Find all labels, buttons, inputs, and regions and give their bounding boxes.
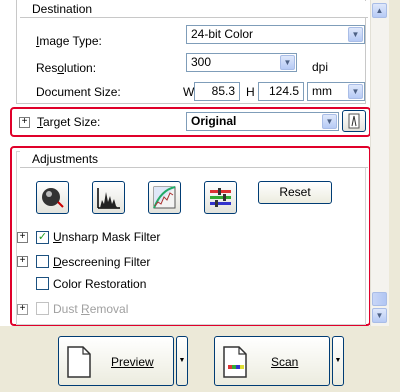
resolution-label: Resolution: [36,61,97,75]
unsharp-mask-checkbox[interactable]: ✓ [36,231,49,244]
tone-correction-button[interactable] [148,181,181,214]
resolution-select[interactable]: 300 ▼ [186,53,297,72]
plus-icon[interactable]: + [17,304,28,315]
dust-removal-checkbox[interactable] [36,302,49,315]
histogram-icon [97,188,120,209]
auto-exposure-icon [42,188,64,208]
scroll-up-button[interactable]: ▲ [372,3,387,18]
size-unit-value: mm [312,84,332,98]
size-unit-select[interactable]: mm ▼ [307,82,365,101]
destination-title: Destination [20,1,368,18]
width-field[interactable]: 85.3 [194,82,240,101]
reset-label: Reset [279,185,311,199]
scrollbar-track[interactable] [370,0,389,326]
descreening-checkbox[interactable] [36,255,49,268]
target-size-label: Target Size: [37,115,101,129]
plus-icon[interactable]: + [19,117,30,128]
preview-menu-button[interactable]: ▼ [176,336,188,386]
image-type-value: 24-bit Color [191,27,254,41]
width-label: W [183,85,195,99]
document-size-label: Document Size: [36,85,121,99]
preview-label: Preview [111,355,154,369]
plus-icon[interactable]: + [17,232,28,243]
scan-button[interactable]: Scan [214,336,330,386]
color-restoration-checkbox[interactable] [36,277,49,290]
image-type-label: Image Type: [36,34,102,48]
unsharp-mask-label: Unsharp Mask Filter [53,230,161,244]
chevron-down-icon[interactable]: ▼ [322,114,337,129]
orientation-button[interactable] [342,110,366,132]
reset-button[interactable]: Reset [258,181,332,204]
resolution-unit: dpi [312,60,329,74]
chevron-down-icon: ▼ [178,357,186,364]
chevron-down-icon[interactable]: ▼ [348,27,363,42]
chevron-down-icon[interactable]: ▼ [280,55,295,70]
plus-icon[interactable]: + [17,256,28,267]
image-type-select[interactable]: 24-bit Color ▼ [186,25,365,44]
color-palette-icon [210,188,231,207]
scan-document-icon [223,346,247,378]
document-icon [67,346,91,378]
scan-label: Scan [271,355,299,369]
dust-removal-label: Dust Removal [53,302,129,316]
tone-curve-icon [153,186,176,209]
scrollbar-thumb[interactable] [372,292,387,306]
histogram-button[interactable] [92,181,125,214]
target-size-select[interactable]: Original ▼ [186,112,339,131]
target-size-value: Original [191,114,237,128]
scroll-down-button[interactable]: ▼ [372,308,387,323]
color-palette-button[interactable] [204,181,237,214]
color-restoration-label: Color Restoration [53,277,147,291]
resolution-value: 300 [191,55,212,69]
chevron-down-icon: ▼ [334,357,342,364]
orientation-icon [348,113,360,129]
height-label: H [246,85,255,99]
preview-button[interactable]: Preview [58,336,174,386]
auto-exposure-button[interactable] [36,181,69,214]
adjustments-title: Adjustments [20,151,368,168]
scan-menu-button[interactable]: ▼ [332,336,344,386]
chevron-down-icon[interactable]: ▼ [348,84,363,99]
height-field[interactable]: 124.5 [258,82,304,101]
descreening-label: Descreening Filter [53,255,151,269]
